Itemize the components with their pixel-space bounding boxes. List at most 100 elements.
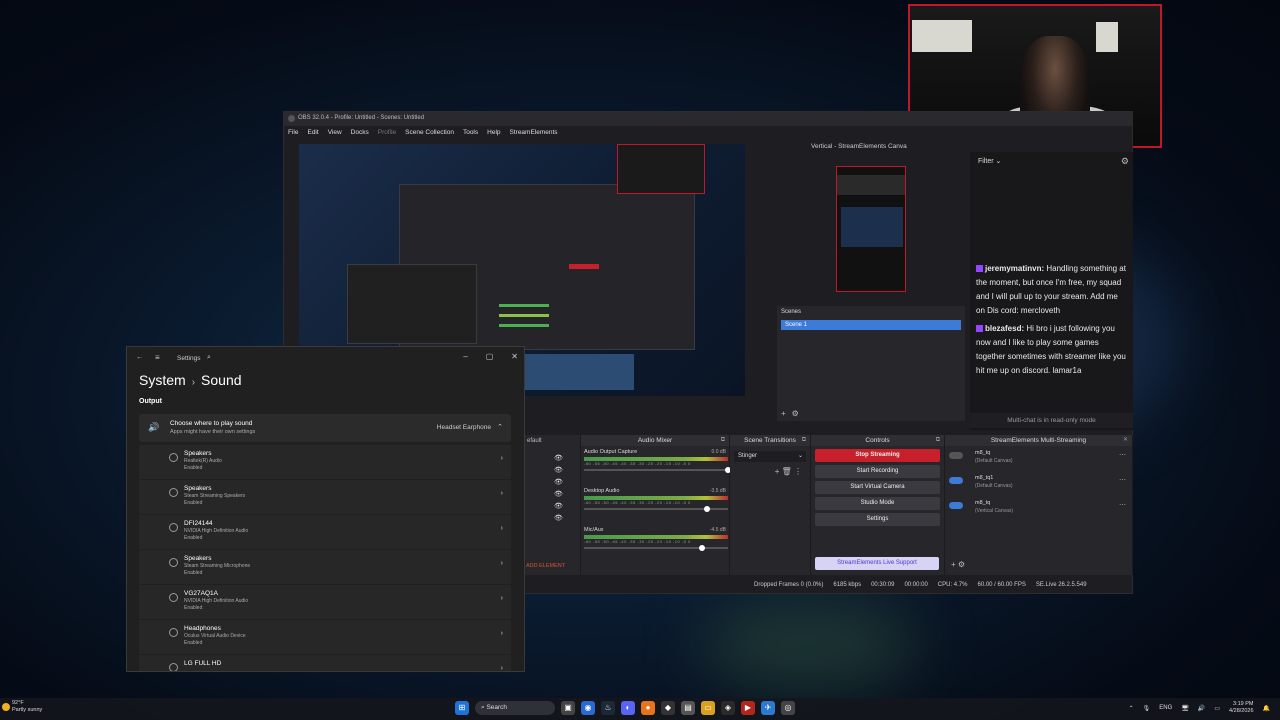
chevron-right-icon[interactable]: ›: [501, 490, 503, 497]
menu-tools[interactable]: Tools: [463, 129, 478, 140]
start-recording-button[interactable]: Start Recording: [815, 465, 940, 478]
chevron-right-icon[interactable]: ›: [501, 455, 503, 462]
settings-titlebar[interactable]: ← ≡ Settings ⌕ – ▢ ✕: [127, 347, 524, 369]
more-icon[interactable]: ⋯: [1119, 476, 1126, 484]
clock[interactable]: 3:19 PM 4/28/2026: [1229, 701, 1253, 715]
chevron-up-icon[interactable]: ⌃: [1129, 705, 1134, 712]
settings-window[interactable]: ← ≡ Settings ⌕ – ▢ ✕ System › Sound Output…: [126, 346, 525, 672]
obs-icon[interactable]: ◎: [781, 701, 795, 715]
menu-scene-collection[interactable]: Scene Collection: [405, 129, 454, 140]
chevron-up-icon[interactable]: ⌃: [497, 423, 503, 431]
vertical-canvas-preview[interactable]: [836, 166, 906, 292]
hamburger-icon[interactable]: ≡: [155, 353, 160, 362]
battery-icon[interactable]: ▭: [1214, 705, 1220, 712]
app-icon[interactable]: ◈: [721, 701, 735, 715]
popout-icon[interactable]: ⧉: [721, 435, 725, 446]
studio-mode-button[interactable]: Studio Mode: [815, 497, 940, 510]
gear-icon[interactable]: ⚙: [792, 409, 799, 418]
radio-button[interactable]: [169, 628, 178, 637]
chevron-right-icon[interactable]: ›: [501, 560, 503, 567]
close-icon[interactable]: ✕: [1123, 435, 1128, 446]
steam-icon[interactable]: ♨: [601, 701, 615, 715]
output-device-selector[interactable]: 🔊 Choose where to play sound Apps might …: [139, 414, 511, 442]
chevron-right-icon[interactable]: ›: [501, 595, 503, 602]
notification-icon[interactable]: 🔔: [1263, 705, 1270, 712]
list-item[interactable]: VG27AQ1A NVIDIA High Definition Audio Enab…: [139, 585, 511, 620]
obs-titlebar[interactable]: OBS 32.0.4 - Profile: Untitled - Scenes:…: [284, 112, 1132, 126]
menu-docks[interactable]: Docks: [351, 129, 369, 140]
settings-button[interactable]: Settings: [815, 513, 940, 526]
menu-edit[interactable]: Edit: [307, 129, 318, 140]
multistream-target[interactable]: m8_tq (Vertical Canvas) ⋯: [945, 496, 1132, 521]
start-virtual-camera-button[interactable]: Start Virtual Camera: [815, 481, 940, 494]
radio-button[interactable]: [169, 593, 178, 602]
popout-icon[interactable]: ⧉: [936, 435, 940, 446]
search-icon[interactable]: ⌕: [207, 354, 211, 362]
multistream-target[interactable]: m8_tq (Default Canvas) ⋯: [945, 446, 1132, 471]
volume-icon[interactable]: 🔊: [1198, 705, 1205, 712]
radio-button[interactable]: [169, 488, 178, 497]
volume-slider[interactable]: [584, 545, 728, 551]
stream-toggle[interactable]: [949, 452, 963, 459]
popout-icon[interactable]: ⧉: [802, 435, 806, 446]
back-arrow-icon[interactable]: ←: [136, 354, 143, 361]
radio-button[interactable]: [169, 558, 178, 567]
obs-menubar: File Edit View Docks Profile Scene Colle…: [284, 126, 1132, 140]
list-item[interactable]: Headphones Oculus Virtual Audio Device Ena…: [139, 620, 511, 655]
more-icon[interactable]: ⋯: [1119, 501, 1126, 509]
visibility-icon[interactable]: 👁 👁 👁 👁 👁 👁: [554, 453, 563, 525]
add-element-button[interactable]: ADD ELEMENT: [526, 563, 565, 569]
stop-streaming-button[interactable]: Stop Streaming: [815, 449, 940, 462]
app-icon[interactable]: ✈: [761, 701, 775, 715]
app-icon[interactable]: ●: [641, 701, 655, 715]
list-item[interactable]: LG FULL HD ›: [139, 655, 511, 671]
crumb-system[interactable]: System: [139, 372, 186, 388]
transition-select[interactable]: Stinger ⌄: [734, 451, 806, 462]
file-explorer-icon[interactable]: ▭: [701, 701, 715, 715]
scene-item[interactable]: Scene 1: [781, 320, 961, 330]
more-icon[interactable]: ⋯: [1119, 451, 1126, 459]
minimize-icon[interactable]: –: [463, 352, 467, 361]
list-item[interactable]: Speakers Steam Streaming Microphone Enable…: [139, 550, 511, 585]
chat-gear-icon[interactable]: ⚙: [1121, 156, 1129, 167]
close-icon[interactable]: ✕: [511, 352, 518, 361]
menu-view[interactable]: View: [328, 129, 342, 140]
radio-button[interactable]: [169, 453, 178, 462]
menu-profile[interactable]: Profile: [378, 129, 396, 140]
volume-slider[interactable]: [584, 467, 732, 473]
chevron-right-icon[interactable]: ›: [501, 525, 503, 532]
app-icon[interactable]: ◆: [661, 701, 675, 715]
list-item[interactable]: Speakers Steam Streaming Speakers Enabled ›: [139, 480, 511, 515]
discord-icon[interactable]: ◐: [621, 701, 635, 715]
stream-toggle[interactable]: [949, 477, 963, 484]
windows-start-icon[interactable]: ⊞: [455, 701, 469, 715]
list-item[interactable]: Speakers Realtek(R) Audio Enabled ›: [139, 445, 511, 480]
transition-tools[interactable]: + 🗑 ⋮: [730, 467, 810, 476]
radio-button[interactable]: [169, 663, 178, 671]
app-icon[interactable]: ▶: [741, 701, 755, 715]
network-icon[interactable]: 🖥: [1181, 705, 1189, 712]
mic-icon[interactable]: 🎙: [1143, 705, 1151, 712]
chat-filter[interactable]: Filter ⌄: [978, 157, 1001, 165]
list-item[interactable]: DFI24144 NVIDIA High Definition Audio Enab…: [139, 515, 511, 550]
radio-button[interactable]: [169, 523, 178, 532]
chrome-icon[interactable]: ◉: [581, 701, 595, 715]
se-live-support-button[interactable]: StreamElements Live Support: [815, 557, 939, 570]
add-scene-icon[interactable]: +: [781, 409, 786, 418]
volume-slider[interactable]: [584, 506, 728, 512]
language[interactable]: ENG: [1159, 705, 1172, 711]
stream-toggle[interactable]: [949, 502, 963, 509]
menu-streamelements[interactable]: StreamElements: [510, 129, 558, 140]
weather-widget[interactable]: 92°F Partly sunny: [2, 700, 42, 714]
task-view-icon[interactable]: ▣: [561, 701, 575, 715]
menu-file[interactable]: File: [288, 129, 298, 140]
app-icon[interactable]: ▤: [681, 701, 695, 715]
multistream-tools[interactable]: + ⚙: [951, 560, 965, 569]
menu-help[interactable]: Help: [487, 129, 500, 140]
sources-dropdown[interactable]: efault: [524, 435, 580, 447]
maximize-icon[interactable]: ▢: [486, 352, 494, 361]
chevron-right-icon[interactable]: ›: [501, 630, 503, 637]
multistream-target[interactable]: m8_tq1 (Default Canvas) ⋯: [945, 471, 1132, 496]
taskbar-search[interactable]: ⌕ Search: [475, 701, 555, 715]
chevron-right-icon[interactable]: ›: [501, 665, 503, 671]
